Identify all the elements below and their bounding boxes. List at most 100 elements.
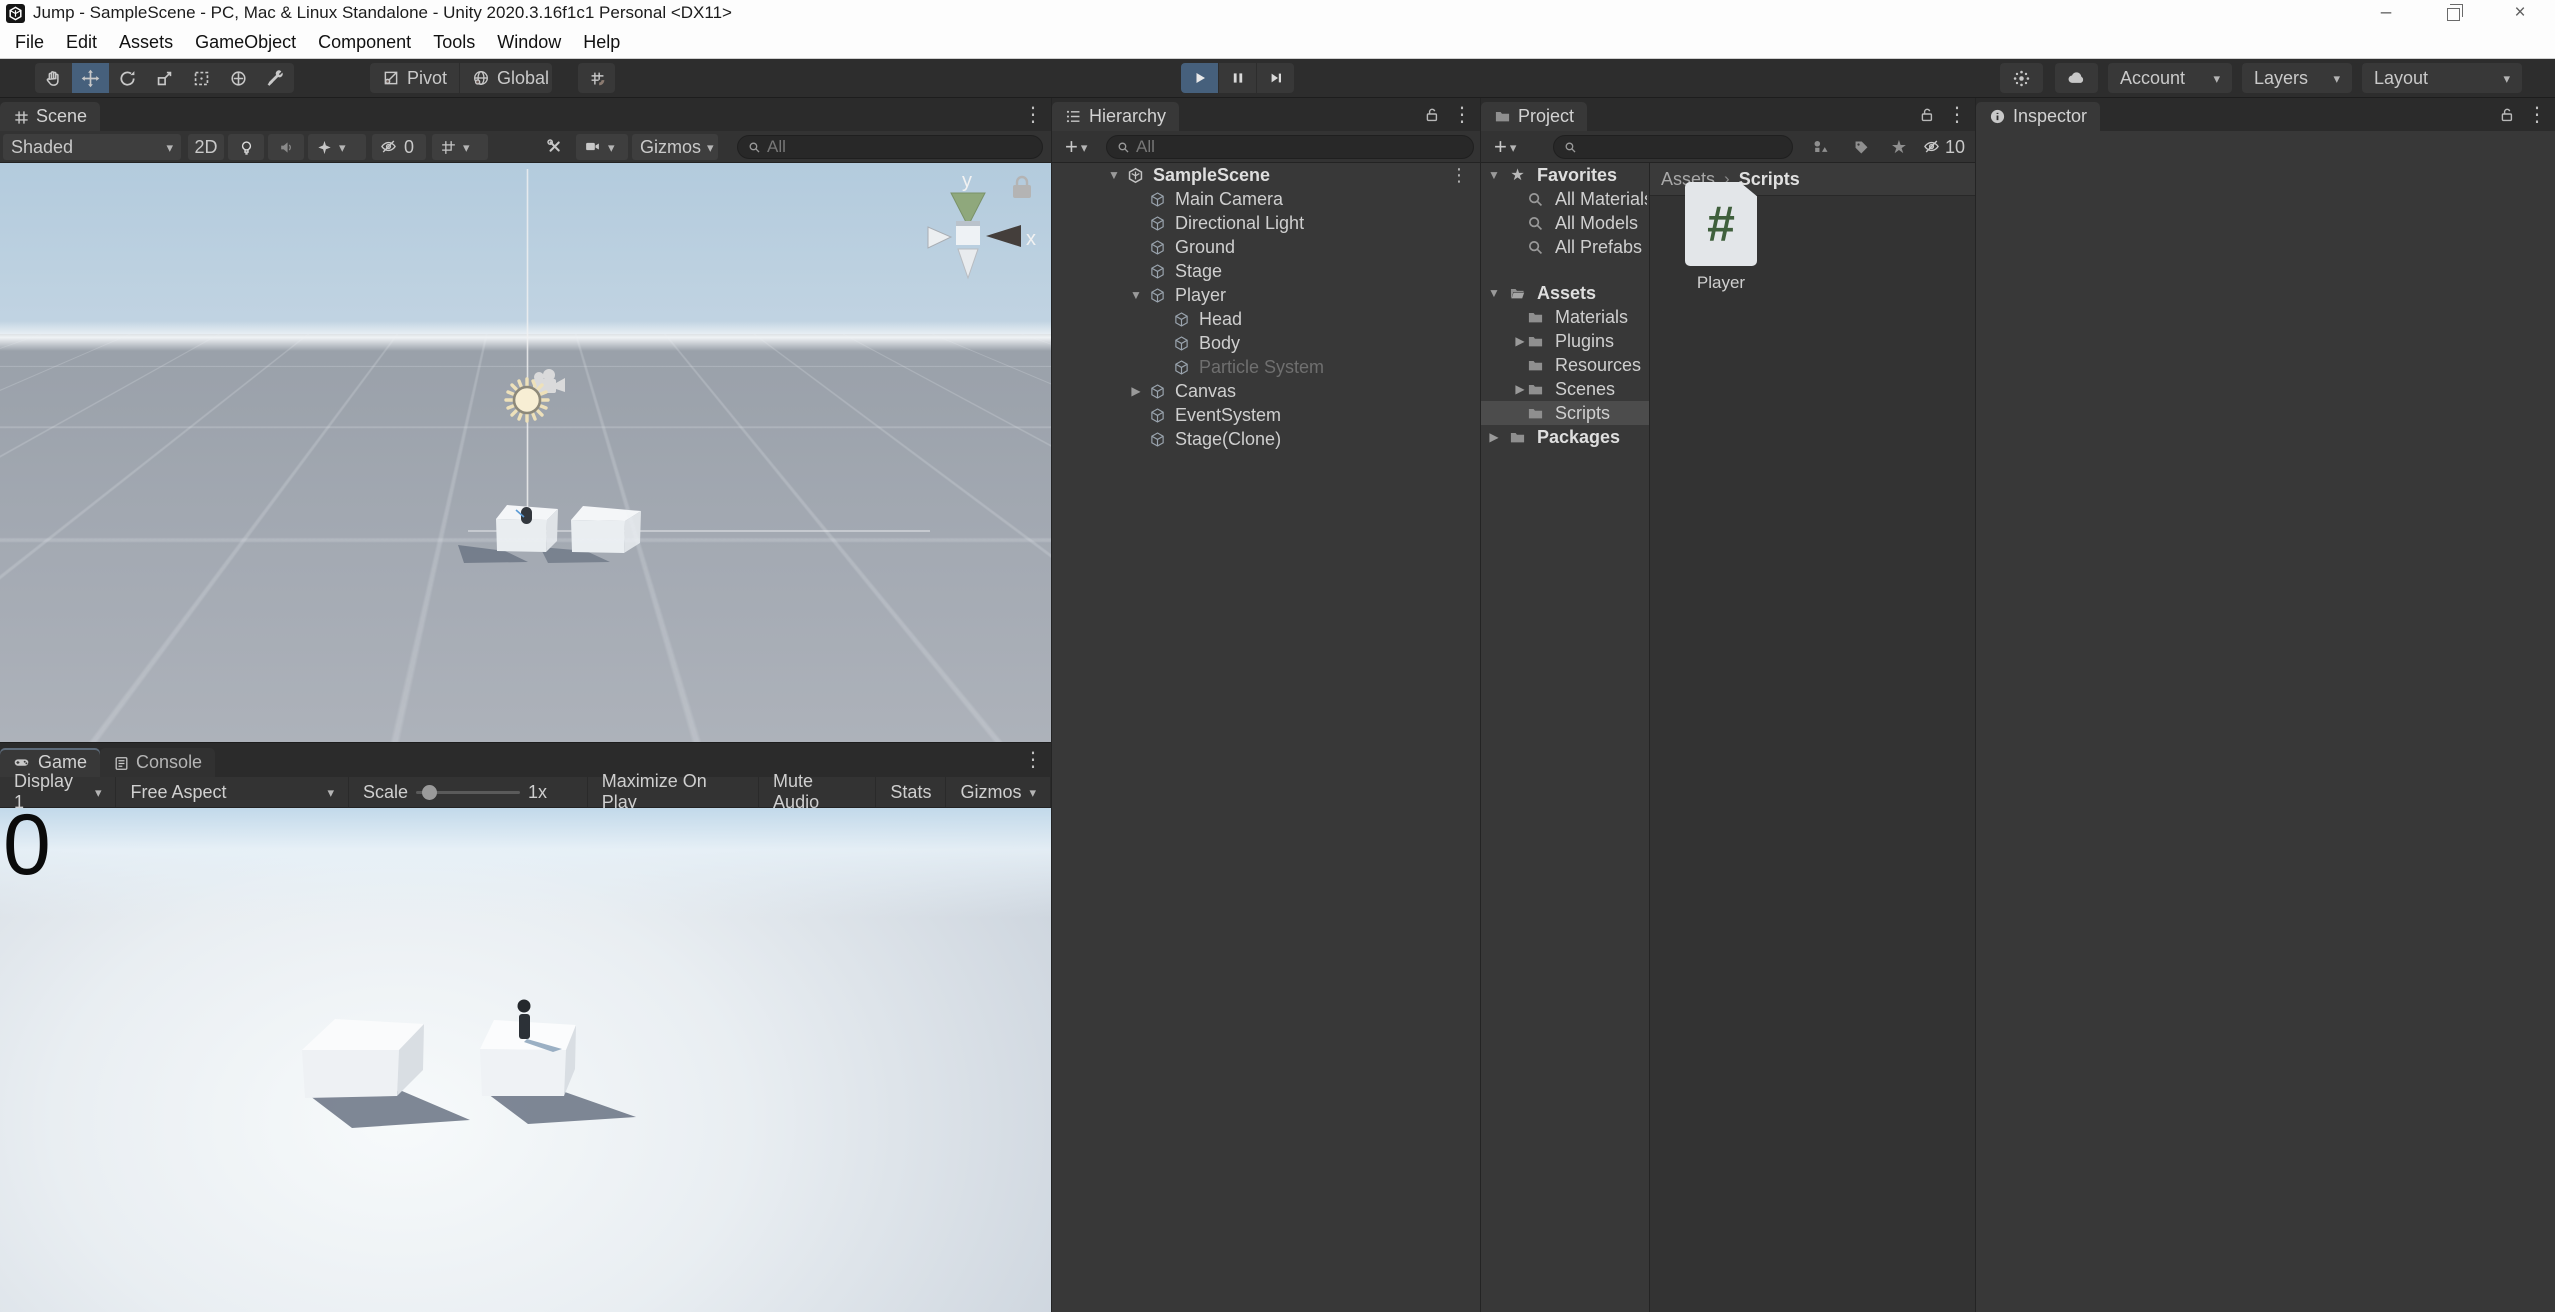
account-dropdown[interactable]: Account▾ — [2108, 63, 2232, 93]
tab-console[interactable]: Console — [100, 748, 215, 777]
menu-edit[interactable]: Edit — [55, 26, 108, 58]
project-visibility-button[interactable]: 10 — [1915, 134, 1973, 160]
tab-inspector[interactable]: Inspector — [1976, 102, 2100, 131]
tree-row-assets[interactable]: ▼Assets — [1481, 281, 1649, 305]
collapse-arrow-icon[interactable]: ▶ — [1513, 334, 1527, 348]
lighting-toggle[interactable] — [228, 134, 264, 160]
2d-toggle[interactable]: 2D — [188, 134, 224, 160]
collapse-arrow-icon[interactable]: ▶ — [1513, 382, 1527, 396]
tree-row-packages[interactable]: ▶Packages — [1481, 425, 1649, 449]
game-viewport[interactable]: 0 — [0, 808, 1051, 1312]
tree-row-directional-light[interactable]: Directional Light — [1052, 211, 1480, 235]
create-asset-dropdown[interactable]: +▾ — [1486, 134, 1530, 160]
tree-row-scenes[interactable]: ▶Scenes — [1481, 377, 1649, 401]
tree-row-favorites[interactable]: ▼★Favorites — [1481, 163, 1649, 187]
component-tools-button[interactable] — [538, 134, 572, 160]
stats-button[interactable]: Stats — [876, 777, 946, 807]
scene-search-input[interactable]: All — [737, 135, 1043, 159]
expand-arrow-icon[interactable]: ▼ — [1129, 288, 1143, 302]
tree-row-ground[interactable]: Ground — [1052, 235, 1480, 259]
directional-light-gizmo-icon[interactable] — [506, 379, 548, 421]
scene-menu-kebab-icon[interactable]: ⋮ — [1023, 105, 1043, 125]
tab-hierarchy[interactable]: Hierarchy — [1052, 102, 1179, 131]
search-by-type-button[interactable] — [1803, 134, 1839, 160]
menu-tools[interactable]: Tools — [422, 26, 486, 58]
tree-row-materials[interactable]: Materials — [1481, 305, 1649, 329]
close-button[interactable]: × — [2511, 4, 2529, 22]
tree-row-samplescene[interactable]: ▼SampleScene⋮ — [1052, 163, 1480, 187]
create-object-dropdown[interactable]: +▾ — [1057, 134, 1101, 160]
collapse-arrow-icon[interactable]: ▶ — [1129, 384, 1143, 398]
tree-row-head[interactable]: Head — [1052, 307, 1480, 331]
tree-row-scripts[interactable]: Scripts — [1481, 401, 1649, 425]
expand-arrow-icon[interactable]: ▼ — [1107, 168, 1121, 182]
collab-button[interactable] — [2000, 63, 2043, 93]
asset-player-script[interactable]: # Player — [1682, 182, 1760, 293]
play-button[interactable] — [1181, 63, 1218, 93]
menu-component[interactable]: Component — [307, 26, 422, 58]
tree-row-resources[interactable]: Resources — [1481, 353, 1649, 377]
collapse-arrow-icon[interactable]: ▶ — [1487, 430, 1501, 444]
restore-button[interactable] — [2444, 4, 2462, 22]
menu-help[interactable]: Help — [572, 26, 631, 58]
global-toggle[interactable]: Global — [460, 63, 552, 93]
grid-visibility-dropdown[interactable]: ▾ — [432, 134, 488, 160]
menu-assets[interactable]: Assets — [108, 26, 184, 58]
custom-tool-button[interactable] — [257, 63, 294, 93]
rotate-tool-button[interactable] — [109, 63, 146, 93]
step-button[interactable] — [1257, 63, 1294, 93]
grid-snap-button[interactable] — [578, 63, 615, 93]
minimize-button[interactable]: – — [2377, 4, 2395, 22]
tree-row-stage-clone-[interactable]: Stage(Clone) — [1052, 427, 1480, 451]
unlock-icon[interactable] — [1919, 107, 1935, 123]
project-menu-kebab-icon[interactable]: ⋮ — [1947, 105, 1967, 125]
lock-icon[interactable] — [1013, 177, 1031, 198]
scale-tool-button[interactable] — [146, 63, 183, 93]
game-gizmos-dropdown[interactable]: Gizmos▾ — [946, 777, 1051, 807]
unlock-icon[interactable] — [1424, 107, 1440, 123]
scene-viewport[interactable]: y x — [0, 163, 1051, 742]
favorites-filter-button[interactable]: ★ — [1881, 134, 1917, 160]
rect-tool-button[interactable] — [183, 63, 220, 93]
pivot-toggle[interactable]: Pivot — [370, 63, 459, 93]
scene-visibility-button[interactable]: 0 — [372, 134, 426, 160]
menu-gameobject[interactable]: GameObject — [184, 26, 307, 58]
tree-row-eventsystem[interactable]: EventSystem — [1052, 403, 1480, 427]
hand-tool-button[interactable] — [35, 63, 72, 93]
expand-arrow-icon[interactable]: ▼ — [1487, 168, 1501, 182]
tree-row-main-camera[interactable]: Main Camera — [1052, 187, 1480, 211]
search-by-label-button[interactable] — [1843, 134, 1879, 160]
move-tool-button[interactable] — [72, 63, 109, 93]
display-dropdown[interactable]: Display 1▾ — [0, 777, 116, 807]
mute-audio-button[interactable]: Mute Audio — [759, 777, 876, 807]
aspect-dropdown[interactable]: Free Aspect▾ — [116, 777, 349, 807]
hierarchy-menu-kebab-icon[interactable]: ⋮ — [1452, 105, 1472, 125]
tree-row-all-prefabs[interactable]: All Prefabs — [1481, 235, 1649, 259]
menu-file[interactable]: File — [4, 26, 55, 58]
scene-gizmos-dropdown[interactable]: Gizmos▾ — [632, 134, 718, 160]
tree-row-player[interactable]: ▼Player — [1052, 283, 1480, 307]
pause-button[interactable] — [1219, 63, 1256, 93]
audio-toggle[interactable] — [268, 134, 304, 160]
tree-row-all-models[interactable]: All Models — [1481, 211, 1649, 235]
layout-dropdown[interactable]: Layout▾ — [2362, 63, 2522, 93]
scene-camera-dropdown[interactable]: ▾ — [576, 134, 628, 160]
menu-window[interactable]: Window — [486, 26, 572, 58]
tree-row-body[interactable]: Body — [1052, 331, 1480, 355]
cloud-services-button[interactable] — [2055, 63, 2098, 93]
scale-slider-knob[interactable] — [422, 785, 437, 800]
draw-mode-dropdown[interactable]: Shaded▾ — [3, 134, 181, 160]
maximize-on-play-button[interactable]: Maximize On Play — [588, 777, 759, 807]
tree-row-plugins[interactable]: ▶Plugins — [1481, 329, 1649, 353]
scale-slider[interactable] — [416, 791, 520, 794]
game-menu-kebab-icon[interactable]: ⋮ — [1023, 750, 1043, 770]
tab-scene[interactable]: Scene — [0, 102, 100, 131]
tree-row-stage[interactable]: Stage — [1052, 259, 1480, 283]
layers-dropdown[interactable]: Layers▾ — [2242, 63, 2352, 93]
unlock-icon[interactable] — [2499, 107, 2515, 123]
tab-project[interactable]: Project — [1481, 102, 1587, 131]
tree-row-all-materials[interactable]: All Materials — [1481, 187, 1649, 211]
expand-arrow-icon[interactable]: ▼ — [1487, 286, 1501, 300]
project-search-input[interactable] — [1553, 135, 1793, 159]
effects-dropdown[interactable]: ▾ — [308, 134, 366, 160]
